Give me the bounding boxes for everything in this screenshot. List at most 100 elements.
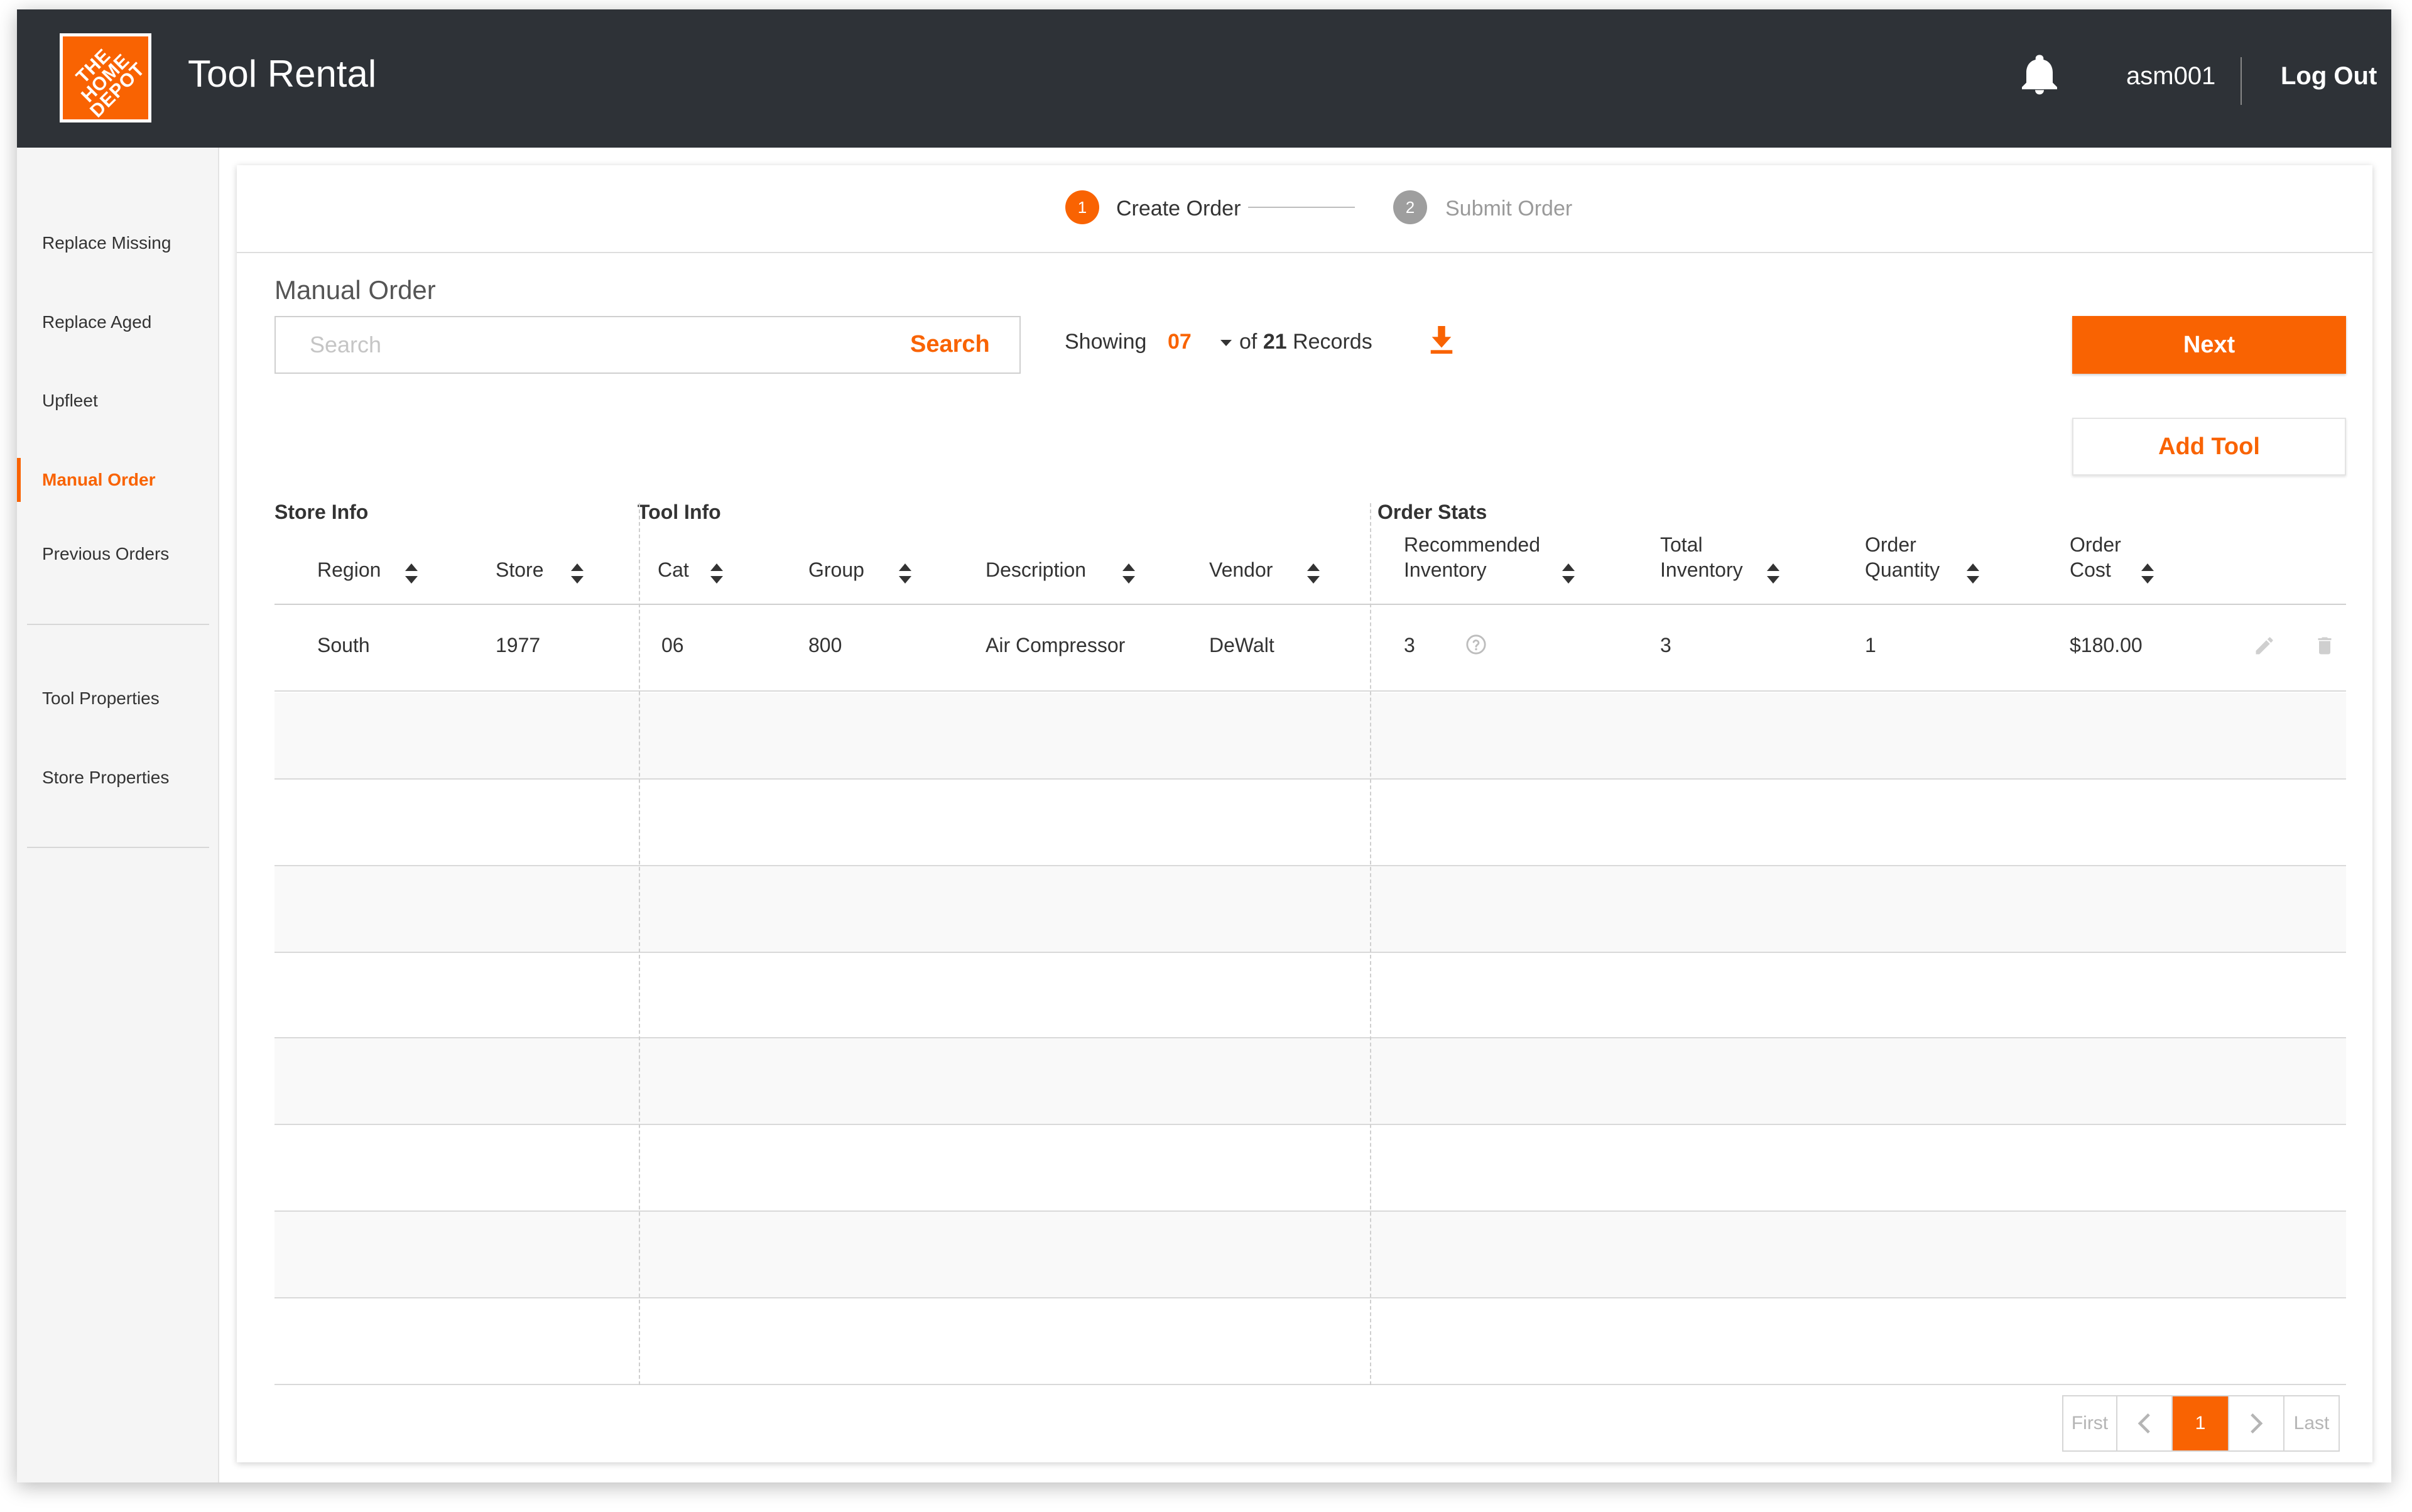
- cell-cat: 06: [661, 634, 684, 656]
- table-row: [274, 952, 2346, 1038]
- column-header-line: Total: [1660, 533, 1703, 556]
- search-input[interactable]: [277, 318, 880, 371]
- caret-down-icon[interactable]: [1220, 340, 1232, 346]
- column-header-order-quantity[interactable]: Order Quantity: [1865, 532, 1940, 582]
- sort-icon[interactable]: [571, 563, 584, 584]
- sidebar-item-replace-missing[interactable]: Replace Missing: [17, 221, 219, 265]
- next-button[interactable]: Next: [2072, 316, 2346, 374]
- table-row: [274, 1298, 2346, 1385]
- table-row: [274, 693, 2346, 780]
- sort-icon[interactable]: [1967, 563, 1979, 584]
- sort-icon[interactable]: [405, 563, 418, 584]
- table-row: [274, 780, 2346, 866]
- page-size-select[interactable]: 07: [1168, 330, 1192, 354]
- column-header-line: Inventory: [1660, 558, 1743, 581]
- column-header-line: Order: [1865, 533, 1916, 556]
- column-header-cat[interactable]: Cat: [658, 557, 689, 582]
- cell-group: 800: [808, 634, 842, 656]
- table-row: [274, 1212, 2346, 1298]
- sidebar-divider: [27, 624, 209, 625]
- logout-button[interactable]: Log Out: [2281, 62, 2377, 90]
- trash-icon[interactable]: [2313, 633, 2336, 658]
- column-header-group[interactable]: Group: [808, 557, 864, 582]
- step-2-circle: 2: [1393, 190, 1427, 224]
- chevron-left-icon: [2138, 1413, 2150, 1433]
- cell-vendor: DeWalt: [1209, 634, 1274, 656]
- sort-icon[interactable]: [710, 563, 723, 584]
- pagination-first[interactable]: First: [2063, 1396, 2117, 1450]
- column-header-line: Inventory: [1404, 558, 1487, 581]
- sort-icon[interactable]: [2141, 563, 2154, 584]
- edit-icon[interactable]: [2253, 633, 2276, 658]
- cell-region: South: [317, 634, 370, 656]
- username[interactable]: asm001: [2126, 62, 2215, 90]
- column-header-line: Cost: [2070, 558, 2111, 581]
- sidebar: Replace Missing Replace Aged Upfleet Man…: [17, 148, 219, 1482]
- cell-order-quantity: 1: [1865, 634, 1876, 656]
- cell-store: 1977: [496, 634, 541, 656]
- top-bar: THE HOME DEPOT Tool Rental asm001 Log Ou…: [17, 9, 2391, 148]
- search-box: Search: [274, 316, 1021, 374]
- group-header-store-info: Store Info: [274, 501, 369, 523]
- sidebar-item-previous-orders[interactable]: Previous Orders: [17, 532, 219, 576]
- pagination-prev[interactable]: [2117, 1396, 2173, 1450]
- cell-recommended-inventory: 3: [1404, 634, 1415, 656]
- step-connector: [1248, 207, 1355, 208]
- column-header-store[interactable]: Store: [496, 557, 543, 582]
- sort-icon[interactable]: [1767, 563, 1779, 584]
- logo-text: THE HOME DEPOT: [72, 44, 149, 122]
- step-2-label: Submit Order: [1445, 197, 1573, 220]
- pagination-current-page[interactable]: 1: [2173, 1396, 2229, 1450]
- column-header-total-inventory[interactable]: Total Inventory: [1660, 532, 1743, 582]
- records-prefix: of: [1239, 330, 1258, 354]
- sidebar-divider: [27, 847, 209, 848]
- pagination-next[interactable]: [2229, 1396, 2284, 1450]
- stepper: 1 Create Order 2 Submit Order: [237, 165, 2372, 253]
- column-group-divider: [639, 503, 640, 1385]
- download-icon[interactable]: [1429, 326, 1454, 355]
- group-header-tool-info: Tool Info: [638, 501, 721, 523]
- table-row[interactable]: South 1977 06 800 Air Compressor DeWalt …: [274, 605, 2346, 692]
- chevron-right-icon: [2251, 1413, 2263, 1433]
- pagination-last[interactable]: Last: [2284, 1396, 2339, 1450]
- sort-icon[interactable]: [899, 563, 911, 584]
- showing-label: Showing: [1065, 330, 1147, 354]
- records-total: 21: [1263, 330, 1287, 354]
- column-header-line: Order: [2070, 533, 2121, 556]
- column-header-recommended-inventory[interactable]: Recommended Inventory: [1404, 532, 1540, 582]
- table-row: [274, 1125, 2346, 1212]
- pagination: First 1 Last: [2062, 1395, 2340, 1452]
- records-count: of 21 Records: [1239, 330, 1372, 354]
- cell-total-inventory: 3: [1660, 634, 1671, 656]
- search-button[interactable]: Search: [910, 331, 990, 358]
- column-header-line: Quantity: [1865, 558, 1940, 581]
- cell-description: Air Compressor: [986, 634, 1126, 656]
- sidebar-item-replace-aged[interactable]: Replace Aged: [17, 300, 219, 344]
- column-header-order-cost[interactable]: Order Cost: [2070, 532, 2121, 582]
- step-1-label: Create Order: [1116, 197, 1241, 220]
- sort-icon[interactable]: [1562, 563, 1575, 584]
- sidebar-item-tool-properties[interactable]: Tool Properties: [17, 677, 219, 721]
- app-window: THE HOME DEPOT Tool Rental asm001 Log Ou…: [17, 9, 2391, 1482]
- bell-icon[interactable]: [2022, 55, 2057, 96]
- column-group-divider: [1370, 503, 1371, 1385]
- table-row: [274, 1038, 2346, 1125]
- home-depot-logo[interactable]: THE HOME DEPOT: [60, 33, 151, 122]
- records-suffix: Records: [1293, 330, 1372, 354]
- table-row: [274, 866, 2346, 953]
- add-tool-button[interactable]: Add Tool: [2072, 418, 2346, 476]
- sort-icon[interactable]: [1307, 563, 1320, 584]
- sidebar-item-store-properties[interactable]: Store Properties: [17, 756, 219, 800]
- column-header-description[interactable]: Description: [986, 557, 1086, 582]
- header-divider: [2241, 57, 2242, 105]
- app-title: Tool Rental: [188, 53, 377, 95]
- sidebar-item-manual-order[interactable]: Manual Order: [17, 458, 219, 502]
- step-1-circle: 1: [1065, 190, 1099, 224]
- column-header-vendor[interactable]: Vendor: [1209, 557, 1273, 582]
- sort-icon[interactable]: [1122, 563, 1135, 584]
- column-header-line: Recommended: [1404, 533, 1540, 556]
- sidebar-item-upfleet[interactable]: Upfleet: [17, 379, 219, 423]
- cell-order-cost: $180.00: [2070, 634, 2143, 656]
- column-header-region[interactable]: Region: [317, 557, 381, 582]
- help-icon[interactable]: [1465, 634, 1487, 655]
